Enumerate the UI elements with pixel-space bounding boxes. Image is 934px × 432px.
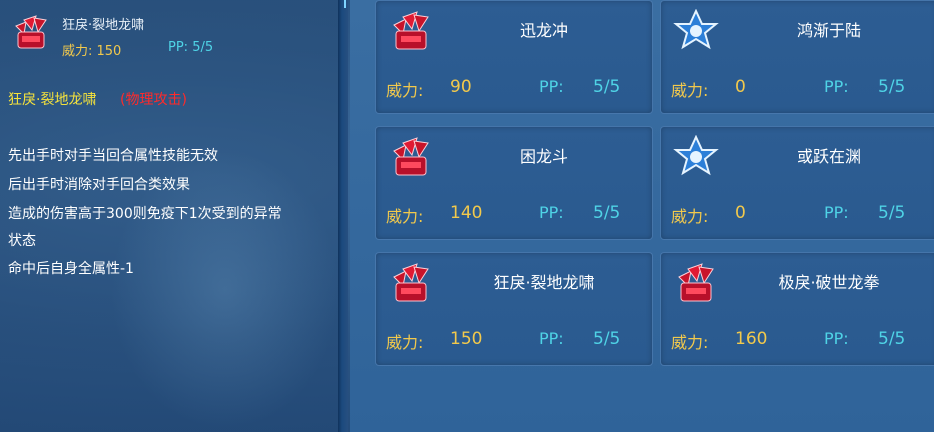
skill-card[interactable]: 或跃在渊 威力: 0 PP: 5/5 bbox=[660, 126, 934, 240]
skill-name: 鸿渐于陆 bbox=[796, 21, 861, 40]
power-label: 威力: bbox=[671, 207, 709, 226]
pp-value: 5/5 bbox=[878, 203, 906, 223]
description-line: 后出手时消除对手回合类效果 bbox=[8, 177, 190, 193]
power-value: 150 bbox=[450, 329, 483, 349]
power-value: 0 bbox=[735, 203, 746, 223]
power-value: 160 bbox=[735, 329, 768, 349]
red-dragon-claw-icon bbox=[388, 9, 434, 55]
red-dragon-claw-icon bbox=[388, 261, 434, 307]
power-value: 140 bbox=[450, 203, 483, 223]
skill-name: 极戾·破世龙拳 bbox=[778, 273, 880, 292]
detail-power: 威力: 150 bbox=[62, 44, 122, 59]
description-line: 造成的伤害高于300则免疫下1次受到的异常 bbox=[8, 206, 282, 222]
power-value: 0 bbox=[735, 77, 746, 97]
detail-type-tag: (物理攻击) bbox=[120, 92, 187, 108]
skill-name: 狂戾·裂地龙啸 bbox=[493, 273, 595, 292]
skill-card[interactable]: 狂戾·裂地龙啸 威力: 150 PP: 5/5 bbox=[375, 252, 653, 366]
power-label: 威力: bbox=[671, 333, 709, 352]
pp-label: PP: bbox=[539, 203, 564, 222]
pp-label: PP: bbox=[824, 203, 849, 222]
red-dragon-claw-icon bbox=[673, 261, 719, 307]
pp-value: 5/5 bbox=[593, 77, 621, 97]
power-label: 威力: bbox=[386, 333, 424, 352]
detail-pp: PP: 5/5 bbox=[168, 40, 214, 55]
pp-label: PP: bbox=[539, 329, 564, 348]
power-label: 威力: bbox=[386, 81, 424, 100]
skill-detail-panel: 狂戾·裂地龙啸 威力: 150 PP: 5/5 狂戾·裂地龙啸 (物理攻击) 先… bbox=[0, 0, 340, 432]
skill-name: 或跃在渊 bbox=[796, 147, 861, 166]
power-label: 威力: bbox=[386, 207, 424, 226]
power-label: 威力: bbox=[671, 81, 709, 100]
panel-divider bbox=[338, 0, 348, 432]
pp-value: 5/5 bbox=[878, 329, 906, 349]
skill-name: 迅龙冲 bbox=[519, 21, 568, 40]
skill-name: 困龙斗 bbox=[519, 147, 568, 166]
blue-star-icon bbox=[673, 134, 719, 181]
pp-value: 5/5 bbox=[593, 329, 621, 349]
red-dragon-claw-icon bbox=[388, 135, 434, 181]
power-value: 90 bbox=[450, 77, 472, 97]
pp-label: PP: bbox=[824, 77, 849, 96]
red-dragon-claw-icon bbox=[10, 12, 52, 54]
skill-card[interactable]: 迅龙冲 威力: 90 PP: 5/5 bbox=[375, 0, 653, 114]
skill-card[interactable]: 鸿渐于陆 威力: 0 PP: 5/5 bbox=[660, 0, 934, 114]
pp-value: 5/5 bbox=[878, 77, 906, 97]
pp-label: PP: bbox=[539, 77, 564, 96]
skill-card[interactable]: 困龙斗 威力: 140 PP: 5/5 bbox=[375, 126, 653, 240]
detail-title: 狂戾·裂地龙啸 bbox=[8, 92, 97, 108]
description-line: 状态 bbox=[8, 233, 36, 249]
skill-grid: 迅龙冲 威力: 90 PP: 5/5 鸿渐于陆 威力: 0 PP: 5/5 困龙… bbox=[350, 0, 934, 432]
blue-star-icon bbox=[673, 8, 719, 55]
skill-card[interactable]: 极戾·破世龙拳 威力: 160 PP: 5/5 bbox=[660, 252, 934, 366]
detail-skill-name: 狂戾·裂地龙啸 bbox=[62, 18, 145, 33]
divider-highlight bbox=[344, 0, 346, 8]
pp-value: 5/5 bbox=[593, 203, 621, 223]
description-line: 命中后自身全属性-1 bbox=[8, 261, 134, 277]
pp-label: PP: bbox=[824, 329, 849, 348]
description-line: 先出手时对手当回合属性技能无效 bbox=[8, 148, 218, 164]
